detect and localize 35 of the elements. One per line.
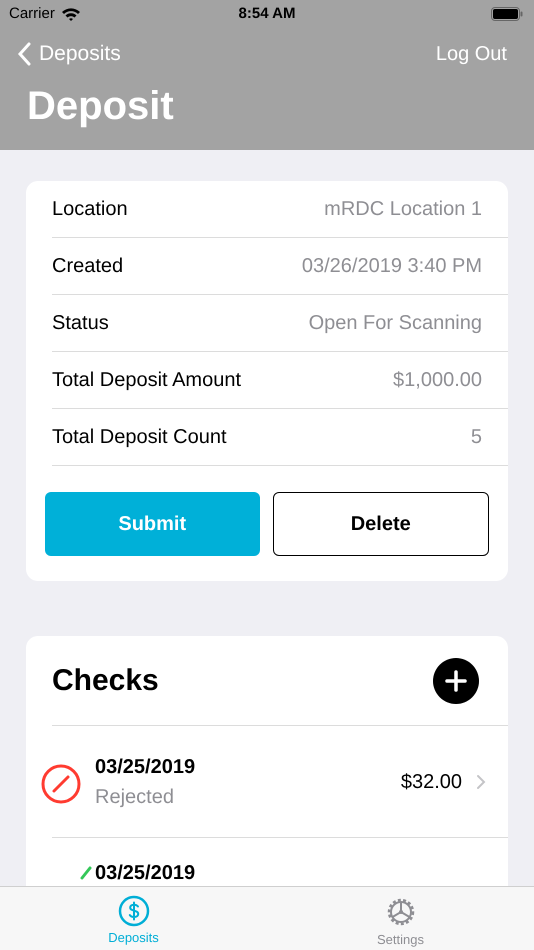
carrier-text: Carrier (9, 4, 55, 24)
detail-value: 5 (470, 425, 482, 450)
rejected-icon (40, 764, 80, 804)
check-row[interactable]: 03/25/2019 Rejected $32.00 (26, 726, 508, 838)
detail-label: Created (52, 254, 124, 279)
checks-title: Checks (52, 663, 159, 699)
detail-value: $1,000.00 (393, 368, 482, 393)
tab-item[interactable]: Deposits (0, 887, 267, 950)
back-button[interactable]: Deposits (17, 38, 121, 70)
battery-icon (491, 7, 523, 21)
detail-label: Total Deposit Amount (52, 368, 241, 393)
chevron-icon (476, 774, 486, 790)
detail-value: mRDC Location 1 (324, 197, 482, 222)
check-date: 03/25/2019 (95, 861, 196, 886)
detail-label: Location (52, 197, 128, 222)
delete-button[interactable]: Delete (272, 492, 489, 556)
page-title: Deposit (27, 83, 174, 130)
tab-item[interactable]: Settings (267, 887, 534, 950)
clock-text: 8:54 AM (238, 4, 296, 24)
detail-label: Status (52, 311, 109, 336)
dollar-icon (118, 895, 150, 927)
check-icon (80, 866, 92, 880)
log-out-button[interactable]: Log Out (436, 39, 507, 69)
check-status: Rejected (95, 784, 175, 810)
check-date: 03/25/2019 (95, 754, 196, 780)
detail-value: Open For Scanning (308, 311, 482, 336)
add-button[interactable] (433, 658, 479, 704)
submit-button[interactable]: Submit (45, 492, 260, 556)
wifi-icon (60, 7, 81, 21)
check-amount: $32.00 (400, 770, 462, 794)
back-chevron-icon (17, 42, 31, 66)
check-row[interactable]: 03/25/2019 (26, 838, 508, 886)
plus-icon (445, 670, 467, 692)
detail-label: Total Deposit Count (52, 425, 227, 450)
detail-value: 03/26/2019 3:40 PM (302, 254, 482, 279)
